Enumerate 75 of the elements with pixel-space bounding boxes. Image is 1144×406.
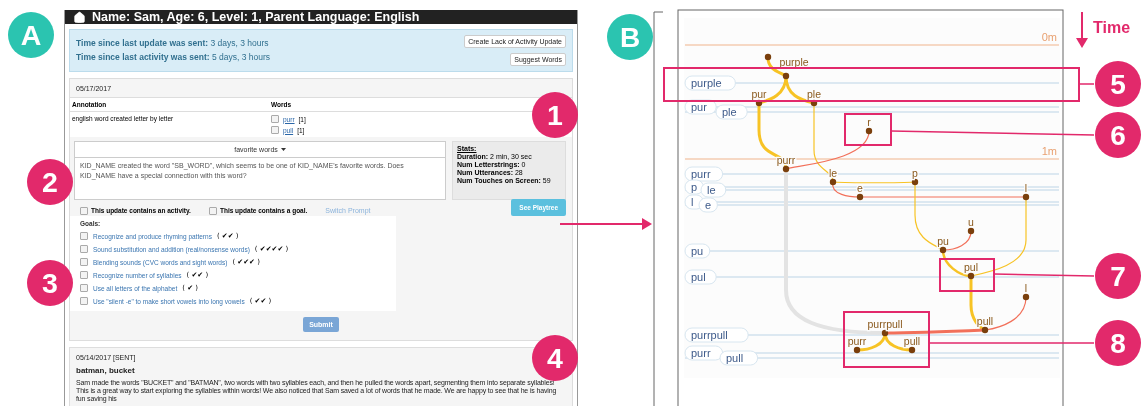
- tree-node-dot[interactable]: [810, 99, 818, 107]
- node-label: le: [828, 167, 838, 179]
- status-text: Time since last activity was sent: 5 days, 3 hours: [76, 52, 271, 62]
- tree-node-dot[interactable]: [981, 326, 989, 334]
- number-badge: 6: [1095, 112, 1141, 158]
- number-badge: 3: [27, 260, 73, 306]
- node-label: e: [857, 182, 863, 194]
- panel-letter-badge: A: [8, 12, 54, 58]
- number-badge: 8: [1095, 320, 1141, 366]
- node-label: r: [867, 116, 871, 128]
- checkbox[interactable]: [271, 115, 279, 123]
- tree-node-dot[interactable]: [1022, 193, 1030, 201]
- entry-title: batman, bucket: [76, 366, 135, 375]
- time-axis-label: Time: [1093, 19, 1131, 36]
- tree-node-dot[interactable]: [782, 165, 790, 173]
- node-label: l: [1024, 282, 1028, 294]
- tree-node-dot[interactable]: [911, 178, 919, 186]
- tree-node-dot[interactable]: [782, 72, 790, 80]
- number-badge: 7: [1095, 253, 1141, 299]
- tree-node-dot[interactable]: [908, 346, 916, 354]
- node-label: l: [1024, 182, 1028, 194]
- lane-label[interactable]: purr: [684, 166, 724, 182]
- lane-label[interactable]: pu: [684, 243, 711, 259]
- checkbox[interactable]: [80, 271, 88, 279]
- panel-letter-badge: B: [607, 14, 653, 60]
- tree-node-dot[interactable]: [755, 99, 763, 107]
- time-mark-label: 1m: [1041, 145, 1057, 157]
- lane-label[interactable]: purr: [684, 345, 724, 361]
- checkbox[interactable]: [271, 126, 279, 134]
- tree-node-dot[interactable]: [856, 193, 864, 201]
- tree-node-dot[interactable]: [764, 53, 772, 61]
- leader-line: [1078, 83, 1095, 85]
- tree-node-dot[interactable]: [853, 346, 861, 354]
- node-label: pu: [937, 235, 949, 247]
- node-label: pul: [964, 261, 978, 273]
- lane-label[interactable]: purple: [684, 75, 736, 91]
- time-mark-label: 0m: [1041, 31, 1057, 43]
- checkbox[interactable]: [80, 258, 88, 266]
- checkbox[interactable]: [80, 206, 88, 215]
- checkbox[interactable]: [80, 232, 88, 240]
- lane-label[interactable]: ple: [715, 104, 748, 120]
- node-label: pull: [976, 315, 994, 327]
- tree-node-dot[interactable]: [967, 272, 975, 280]
- down-arrow: [1076, 11, 1088, 48]
- number-badge: 5: [1095, 61, 1141, 107]
- node-label: purr: [847, 335, 867, 347]
- profile-title: Name: Sam, Age: 6, Level: 1, Parent Language: English: [92, 10, 420, 24]
- node-label: p: [912, 167, 918, 179]
- node-label: u: [968, 216, 974, 228]
- checkbox[interactable]: [80, 245, 88, 253]
- tree-node-dot[interactable]: [881, 329, 889, 337]
- node-label: pull: [903, 335, 921, 347]
- lane-label[interactable]: e: [698, 197, 718, 213]
- highlight-frame: [844, 113, 892, 146]
- caret-icon: [280, 148, 286, 151]
- tree-node-dot[interactable]: [865, 127, 873, 135]
- home-icon[interactable]: [73, 10, 86, 24]
- tree-node-dot[interactable]: [829, 178, 837, 186]
- lane-label[interactable]: pul: [684, 269, 717, 285]
- tree-node-dot[interactable]: [967, 227, 975, 235]
- checkbox[interactable]: [208, 206, 217, 215]
- checkbox[interactable]: [80, 297, 88, 305]
- lane-label[interactable]: purrpull: [684, 327, 749, 343]
- node-label: ple: [807, 88, 821, 100]
- tree-node-dot[interactable]: [939, 246, 947, 254]
- node-label: purrpull: [867, 318, 903, 330]
- highlight-frame: [939, 258, 995, 292]
- tree-node-dot[interactable]: [1022, 293, 1030, 301]
- lane-label[interactable]: pull: [719, 350, 759, 366]
- lane-label[interactable]: le: [700, 182, 727, 198]
- node-label: purple: [779, 56, 809, 68]
- checkbox[interactable]: [80, 284, 88, 292]
- node-label: pur: [751, 88, 767, 100]
- number-badge: 2: [27, 159, 73, 205]
- status-text: Time since last update was sent: 3 days, 3 hours: [76, 38, 270, 48]
